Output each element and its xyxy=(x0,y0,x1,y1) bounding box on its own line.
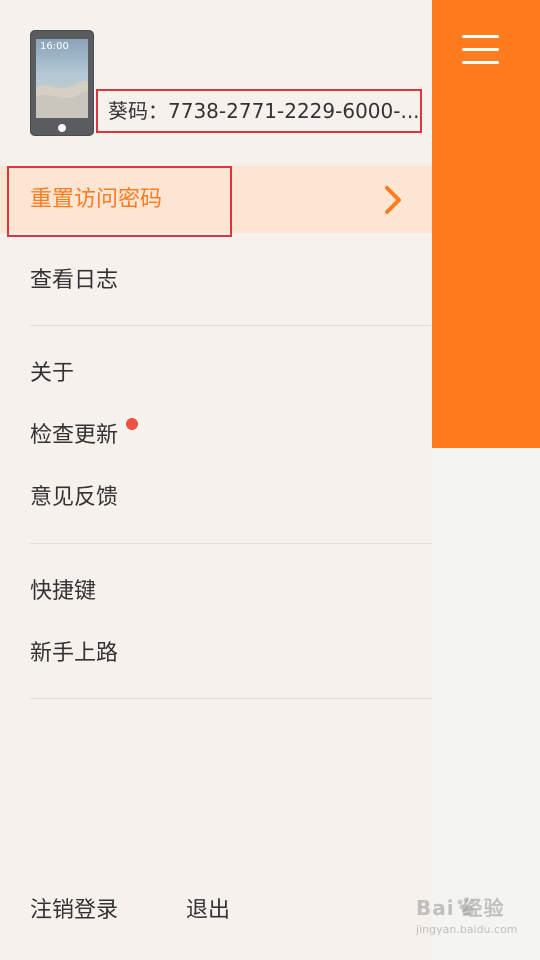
getting-started-item[interactable]: 新手上路 xyxy=(30,639,118,669)
divider-1 xyxy=(30,325,432,326)
exit-button[interactable]: 退出 xyxy=(186,896,230,926)
menu-button[interactable] xyxy=(462,33,502,67)
orange-header xyxy=(432,0,540,448)
about-item[interactable]: 关于 xyxy=(30,359,74,389)
navigation-drawer: 16:00 葵码：7738-2771-2229-6000-... 重置访问密码 … xyxy=(0,0,432,960)
logout-button[interactable]: 注销登录 xyxy=(30,896,118,926)
device-code-box: 葵码：7738-2771-2229-6000-... xyxy=(96,89,422,133)
shortcuts-item[interactable]: 快捷键 xyxy=(30,577,96,607)
device-screen: 16:00 xyxy=(36,39,88,118)
feedback-item[interactable]: 意见反馈 xyxy=(30,483,118,513)
menu-icon-line-top xyxy=(462,35,499,38)
reset-password-label: 重置访问密码 xyxy=(30,187,163,212)
device-time: 16:00 xyxy=(40,41,69,52)
home-button-icon xyxy=(58,124,66,132)
divider-3 xyxy=(30,698,432,699)
chevron-right-icon xyxy=(385,186,401,214)
update-badge-dot xyxy=(126,418,138,430)
divider-2 xyxy=(30,543,432,544)
menu-icon-line-bottom xyxy=(462,61,499,64)
check-update-item[interactable]: 检查更新 xyxy=(30,421,118,451)
menu-icon-line-middle xyxy=(462,48,499,51)
view-log-item[interactable]: 查看日志 xyxy=(30,266,118,296)
device-icon: 16:00 xyxy=(30,30,94,136)
